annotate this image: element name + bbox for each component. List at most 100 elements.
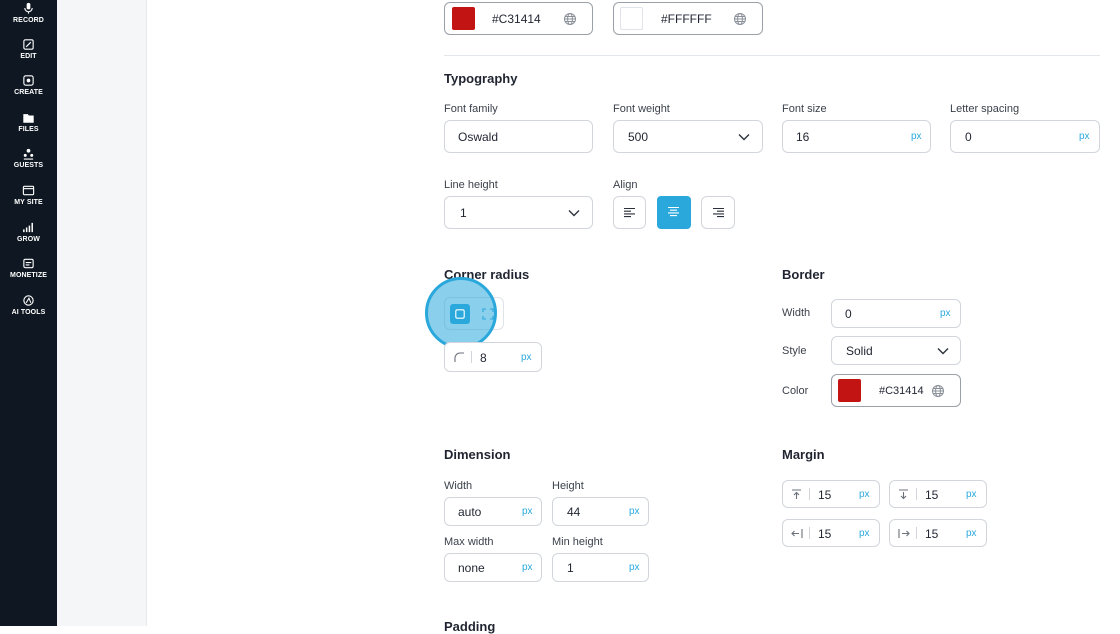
nav-label: EDIT: [20, 53, 37, 60]
separator: [809, 488, 810, 500]
unit-label: px: [522, 506, 533, 517]
ai-tools-icon: [23, 295, 34, 306]
color-hex-value[interactable]: #C31414: [492, 12, 541, 26]
separator: [916, 488, 917, 500]
chevron-down-icon: [568, 210, 580, 217]
color-field-secondary[interactable]: #FFFFFF: [613, 2, 763, 35]
font-weight-value: 500: [628, 130, 649, 144]
margin-left-value: 15: [818, 527, 832, 541]
font-size-value: 16: [796, 130, 810, 144]
globe-icon[interactable]: [931, 384, 945, 398]
align-center-button[interactable]: [657, 196, 691, 229]
height-value: 44: [567, 505, 581, 519]
corner-individual-button[interactable]: [479, 304, 497, 324]
align-center-icon: [668, 206, 679, 217]
main-sidebar: RECORD EDIT CREATE FILES GUESTS MY SITE …: [0, 0, 57, 626]
border-heading: Border: [782, 267, 825, 282]
width-input[interactable]: auto px: [444, 497, 542, 526]
nav-item-ai-tools[interactable]: AI TOOLS: [0, 294, 57, 316]
color-swatch[interactable]: [452, 7, 475, 30]
arrow-up-icon: [792, 489, 801, 499]
corner-radius-value: 8: [480, 351, 487, 365]
border-style-select[interactable]: Solid: [831, 336, 961, 365]
font-size-input[interactable]: 16 px: [782, 120, 931, 153]
height-label: Height: [552, 480, 584, 492]
unit-label: px: [629, 562, 640, 573]
nav-item-files[interactable]: FILES: [0, 111, 57, 133]
color-hex-value[interactable]: #FFFFFF: [661, 12, 712, 26]
globe-icon[interactable]: [733, 12, 747, 26]
letter-spacing-value: 0: [965, 130, 972, 144]
align-left-icon: [624, 207, 635, 218]
color-swatch[interactable]: [620, 7, 643, 30]
unit-label: px: [1079, 131, 1090, 142]
arrow-down-icon: [899, 489, 908, 500]
color-field-primary[interactable]: #C31414: [444, 2, 593, 35]
border-color-value[interactable]: #C31414: [879, 385, 924, 397]
height-input[interactable]: 44 px: [552, 497, 649, 526]
microphone-icon: [24, 2, 33, 14]
unit-label: px: [859, 489, 870, 500]
grow-icon: [23, 222, 33, 233]
nav-item-guests[interactable]: GUESTS: [0, 147, 57, 169]
monetize-icon: [23, 258, 34, 269]
align-right-icon: [713, 207, 724, 218]
nav-label: GUESTS: [13, 162, 44, 169]
line-height-select[interactable]: 1: [444, 196, 593, 229]
nav-item-grow[interactable]: GROW: [0, 221, 57, 243]
nav-item-monetize[interactable]: MONETIZE: [0, 257, 57, 279]
corner-radius-input[interactable]: 8 px: [444, 342, 542, 372]
font-size-label: Font size: [782, 103, 827, 115]
corner-all-button[interactable]: [450, 304, 470, 324]
padding-heading: Padding: [444, 619, 496, 634]
corners-icon: [482, 308, 494, 320]
separator: [809, 527, 810, 539]
globe-icon[interactable]: [563, 12, 577, 26]
margin-bottom-input[interactable]: 15 px: [889, 480, 987, 508]
border-color-field[interactable]: #C31414: [831, 374, 961, 407]
nav-item-edit[interactable]: EDIT: [0, 38, 57, 60]
font-family-input[interactable]: Oswald: [444, 120, 593, 153]
nav-item-record[interactable]: RECORD: [0, 2, 57, 24]
min-height-label: Min height: [552, 536, 603, 548]
min-height-input[interactable]: 1 px: [552, 553, 649, 582]
chevron-down-icon: [937, 348, 949, 355]
align-left-button[interactable]: [613, 196, 646, 229]
letter-spacing-label: Letter spacing: [950, 103, 1020, 115]
line-height-value: 1: [460, 206, 467, 220]
align-label: Align: [613, 179, 638, 191]
arrow-left-icon: [791, 529, 803, 538]
nav-label: MY SITE: [14, 199, 43, 206]
font-weight-select[interactable]: 500: [613, 120, 763, 153]
color-swatch[interactable]: [838, 379, 861, 402]
unit-label: px: [966, 528, 977, 539]
nav-label: GROW: [17, 236, 40, 243]
unit-label: px: [521, 352, 532, 363]
min-height-value: 1: [567, 561, 574, 575]
align-right-button[interactable]: [701, 196, 735, 229]
separator: [916, 527, 917, 539]
margin-right-input[interactable]: 15 px: [889, 519, 987, 547]
nav-item-create[interactable]: CREATE: [0, 74, 57, 96]
typography-heading: Typography: [444, 71, 518, 86]
unit-label: px: [911, 131, 922, 142]
margin-top-input[interactable]: 15 px: [782, 480, 880, 508]
guests-icon: [23, 148, 34, 160]
nav-label: AI TOOLS: [11, 309, 46, 316]
arrow-right-icon: [898, 529, 910, 538]
max-width-value: none: [458, 561, 485, 575]
nav-label: MONETIZE: [10, 272, 47, 279]
nav-label: FILES: [18, 126, 39, 133]
max-width-input[interactable]: none px: [444, 553, 542, 582]
unit-label: px: [522, 562, 533, 573]
corner-radius-icon: [454, 352, 464, 362]
width-value: auto: [458, 505, 482, 519]
files-icon: [23, 114, 34, 123]
margin-left-input[interactable]: 15 px: [782, 519, 880, 547]
font-family-value: Oswald: [458, 130, 499, 144]
width-label: Width: [444, 480, 473, 492]
nav-label: CREATE: [14, 89, 43, 96]
border-width-input[interactable]: 0 px: [831, 299, 961, 328]
nav-item-my-site[interactable]: MY SITE: [0, 184, 57, 206]
letter-spacing-input[interactable]: 0 px: [950, 120, 1100, 153]
